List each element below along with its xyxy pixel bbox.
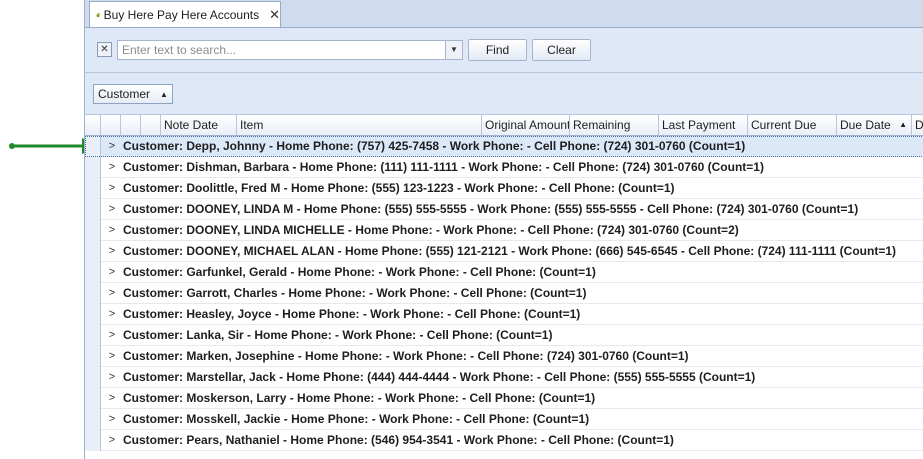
row-indicator[interactable] <box>85 240 101 262</box>
row-indicator[interactable] <box>85 408 101 430</box>
find-button[interactable]: Find <box>468 39 527 61</box>
group-row[interactable]: > Customer: Depp, Johnny - Home Phone: (7… <box>85 136 923 157</box>
group-by-panel: Customer ▲ <box>85 73 923 115</box>
accounts-window: Buy Here Pay Here Accounts ✕ ✕ ▼ Find Cl… <box>84 0 923 459</box>
search-dropdown-icon[interactable]: ▼ <box>445 41 462 59</box>
group-row-label: Customer: Doolittle, Fred M - Home Phone… <box>123 181 675 195</box>
find-panel: ✕ ▼ Find Clear <box>85 28 923 73</box>
column-last-payment[interactable]: Last Payment <box>659 115 748 135</box>
expand-chevron-icon[interactable]: > <box>101 245 123 257</box>
tab-title: Buy Here Pay Here Accounts <box>103 7 260 22</box>
tab-buy-here-pay-here[interactable]: Buy Here Pay Here Accounts ✕ <box>89 1 281 27</box>
column-due-date-label: Due Date <box>840 118 891 132</box>
due-date-sort-icon: ▲ <box>899 120 907 129</box>
row-indicator[interactable] <box>85 198 101 220</box>
row-indicator[interactable] <box>85 282 101 304</box>
money-bag-icon <box>96 12 101 17</box>
group-row-label: Customer: Garfunkel, Gerald - Home Phone… <box>123 265 596 279</box>
clear-button[interactable]: Clear <box>532 39 591 61</box>
group-row-label: Customer: Marstellar, Jack - Home Phone:… <box>123 370 756 384</box>
group-row[interactable]: > Customer: Heasley, Joyce - Home Phone: … <box>85 303 923 325</box>
row-indicator[interactable] <box>85 366 101 388</box>
group-row[interactable]: > Customer: Lanka, Sir - Home Phone: - Wo… <box>85 324 923 346</box>
group-row[interactable]: > Customer: Doolittle, Fred M - Home Phon… <box>85 177 923 199</box>
expand-chevron-icon[interactable]: > <box>101 140 123 152</box>
expand-chevron-icon[interactable]: > <box>101 266 123 278</box>
group-row-label: Customer: Depp, Johnny - Home Phone: (75… <box>123 139 746 153</box>
group-row-label: Customer: Moskerson, Larry - Home Phone:… <box>123 391 596 405</box>
expand-chevron-icon[interactable]: > <box>101 371 123 383</box>
column-original-amount[interactable]: Original Amount <box>482 115 570 135</box>
expand-chevron-icon[interactable]: > <box>101 224 123 236</box>
expand-chevron-icon[interactable]: > <box>101 434 123 446</box>
column-remaining[interactable]: Remaining <box>570 115 659 135</box>
group-row[interactable]: > Customer: Mosskell, Jackie - Home Phone… <box>85 408 923 430</box>
group-row-label: Customer: Pears, Nathaniel - Home Phone:… <box>123 433 674 447</box>
row-indicator[interactable] <box>85 303 101 325</box>
column-d[interactable]: D <box>912 115 923 135</box>
group-row-label: Customer: Dishman, Barbara - Home Phone:… <box>123 160 764 174</box>
expand-chevron-icon[interactable]: > <box>101 287 123 299</box>
group-row-label: Customer: Heasley, Joyce - Home Phone: -… <box>123 307 581 321</box>
search-box: ▼ <box>117 40 463 60</box>
header-expand <box>101 115 121 135</box>
row-indicator[interactable] <box>85 324 101 346</box>
row-indicator[interactable] <box>85 177 101 199</box>
group-row[interactable]: > Customer: DOONEY, LINDA M - Home Phone:… <box>85 198 923 220</box>
group-row-label: Customer: Lanka, Sir - Home Phone: - Wor… <box>123 328 553 342</box>
row-indicator[interactable] <box>85 136 101 157</box>
group-by-customer-chip[interactable]: Customer ▲ <box>93 84 173 104</box>
expand-chevron-icon[interactable]: > <box>101 182 123 194</box>
sort-ascending-icon: ▲ <box>160 89 168 99</box>
group-row[interactable]: > Customer: Moskerson, Larry - Home Phone… <box>85 387 923 409</box>
expand-chevron-icon[interactable]: > <box>101 350 123 362</box>
group-row-label: Customer: Mosskell, Jackie - Home Phone:… <box>123 412 590 426</box>
row-indicator[interactable] <box>85 219 101 241</box>
grid-header: Note Date Item Original Amount Remaining… <box>85 115 923 136</box>
group-row[interactable]: > Customer: DOONEY, MICHAEL ALAN - Home P… <box>85 240 923 262</box>
expand-chevron-icon[interactable]: > <box>101 392 123 404</box>
group-row[interactable]: > Customer: Garrott, Charles - Home Phone… <box>85 282 923 304</box>
header-indicator <box>85 115 101 135</box>
expand-chevron-icon[interactable]: > <box>101 308 123 320</box>
header-blank <box>121 115 141 135</box>
group-row[interactable]: > Customer: Pears, Nathaniel - Home Phone… <box>85 429 923 451</box>
tab-close-icon[interactable]: ✕ <box>269 7 280 23</box>
expand-chevron-icon[interactable]: > <box>101 161 123 173</box>
row-indicator[interactable] <box>85 345 101 367</box>
column-current-due[interactable]: Current Due <box>748 115 837 135</box>
expand-chevron-icon[interactable]: > <box>101 413 123 425</box>
group-row[interactable]: > Customer: DOONEY, LINDA MICHELLE - Home… <box>85 219 923 241</box>
row-indicator[interactable] <box>85 261 101 283</box>
expand-chevron-icon[interactable]: > <box>101 329 123 341</box>
group-row[interactable]: > Customer: Garfunkel, Gerald - Home Phon… <box>85 261 923 283</box>
group-row[interactable]: > Customer: Marken, Josephine - Home Phon… <box>85 345 923 367</box>
group-row-label: Customer: DOONEY, MICHAEL ALAN - Home Ph… <box>123 244 896 258</box>
group-chip-label: Customer <box>98 87 151 101</box>
header-blank-2 <box>141 115 161 135</box>
close-find-panel-icon[interactable]: ✕ <box>97 42 112 57</box>
column-due-date[interactable]: Due Date ▲ <box>837 115 912 135</box>
expand-chevron-icon[interactable]: > <box>101 203 123 215</box>
row-indicator[interactable] <box>85 429 101 451</box>
row-indicator[interactable] <box>85 156 101 178</box>
grid-rows: > Customer: Depp, Johnny - Home Phone: (7… <box>85 136 923 459</box>
column-note-date[interactable]: Note Date <box>161 115 237 135</box>
tab-strip: Buy Here Pay Here Accounts ✕ <box>85 0 923 28</box>
row-indicator[interactable] <box>85 387 101 409</box>
search-input[interactable] <box>118 41 444 59</box>
group-row-label: Customer: DOONEY, LINDA M - Home Phone: … <box>123 202 859 216</box>
group-row[interactable]: > Customer: Dishman, Barbara - Home Phone… <box>85 156 923 178</box>
group-row-label: Customer: DOONEY, LINDA MICHELLE - Home … <box>123 223 739 237</box>
group-row-label: Customer: Garrott, Charles - Home Phone:… <box>123 286 587 300</box>
group-row-label: Customer: Marken, Josephine - Home Phone… <box>123 349 689 363</box>
group-row[interactable]: > Customer: Marstellar, Jack - Home Phone… <box>85 366 923 388</box>
column-item[interactable]: Item <box>237 115 482 135</box>
